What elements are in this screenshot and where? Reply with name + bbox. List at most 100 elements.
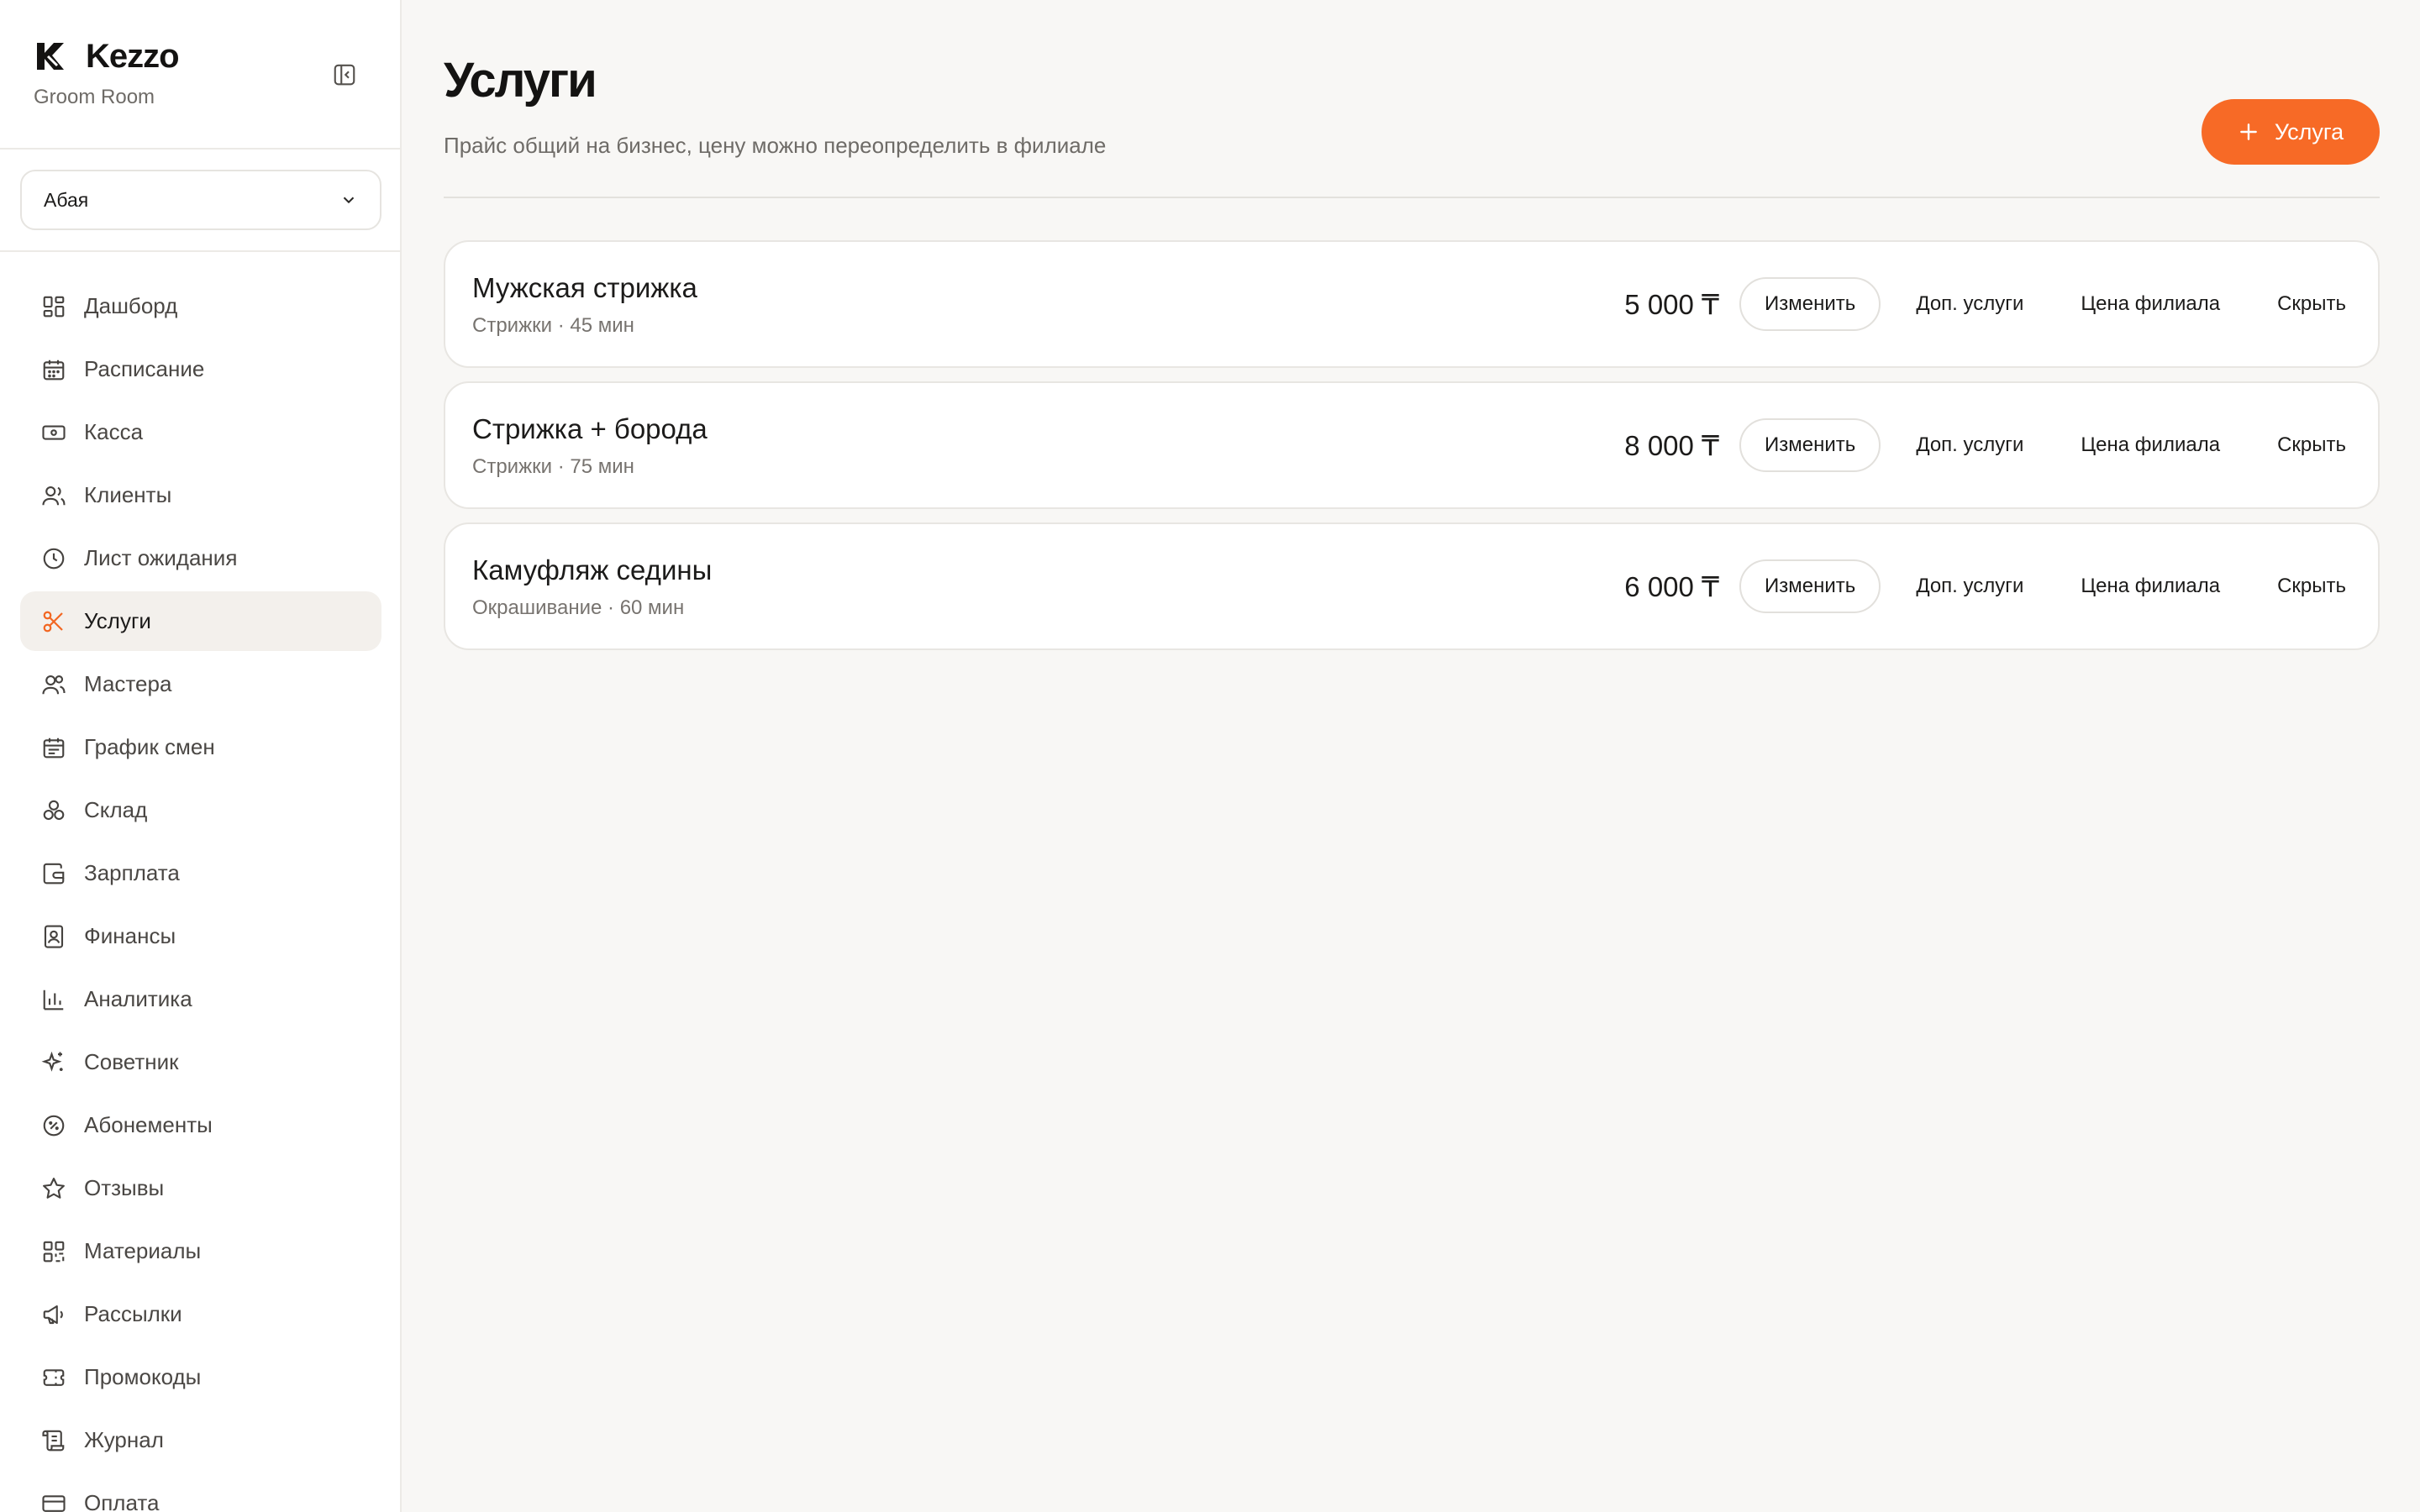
sidebar-item-label: Рассылки <box>84 1301 182 1326</box>
service-meta: Стрижки · 75 мин <box>472 455 634 478</box>
branch-price-button[interactable]: Цена филиала <box>2081 575 2220 598</box>
sidebar-item-label: Лист ожидания <box>84 545 238 570</box>
sidebar-item-label: Советник <box>84 1049 179 1074</box>
sidebar-divider <box>0 148 400 150</box>
branch-select[interactable]: Абая <box>20 170 381 230</box>
service-actions: 5 000 ₸ Изменить Доп. услуги Цена филиал… <box>1624 242 2346 366</box>
sidebar-item-warehouse[interactable]: Склад <box>20 780 381 840</box>
boxes-icon <box>40 797 67 824</box>
scissors-icon <box>40 608 67 635</box>
sidebar-item-finance[interactable]: Финансы <box>20 906 381 966</box>
branch-price-button[interactable]: Цена филиала <box>2081 292 2220 316</box>
sidebar-item-materials[interactable]: Материалы <box>20 1221 381 1281</box>
sidebar-item-label: График смен <box>84 734 215 759</box>
service-price: 5 000 ₸ <box>1624 288 1720 320</box>
users-icon <box>40 482 67 509</box>
sidebar-item-analytics[interactable]: Аналитика <box>20 969 381 1029</box>
sidebar-divider <box>0 250 400 252</box>
wallet-icon <box>40 860 67 887</box>
sidebar-item-label: Склад <box>84 797 148 822</box>
sidebar-item-label: Клиенты <box>84 482 172 507</box>
sidebar-item-label: Абонементы <box>84 1112 213 1137</box>
badge-percent-icon <box>40 1112 67 1139</box>
qr-icon <box>40 1238 67 1265</box>
sidebar-item-mailings[interactable]: Рассылки <box>20 1284 381 1344</box>
service-actions: 8 000 ₸ Изменить Доп. услуги Цена филиал… <box>1624 383 2346 507</box>
sidebar-item-label: Отзывы <box>84 1175 165 1200</box>
masters-icon <box>40 671 67 698</box>
ticket-icon <box>40 1364 67 1391</box>
sidebar-item-label: Услуги <box>84 608 151 633</box>
sidebar-item-schedule[interactable]: Расписание <box>20 339 381 399</box>
sidebar-item-label: Материалы <box>84 1238 202 1263</box>
business-name: Groom Room <box>34 86 155 108</box>
sparkles-icon <box>40 1049 67 1076</box>
megaphone-icon <box>40 1301 67 1328</box>
sidebar: Kezzo Groom Room Абая Дашборд Расписание… <box>0 0 402 1512</box>
sidebar-item-label: Дашборд <box>84 293 178 318</box>
sidebar-item-shifts[interactable]: График смен <box>20 717 381 777</box>
sidebar-item-journal[interactable]: Журнал <box>20 1410 381 1470</box>
service-card: Камуфляж седины Окрашивание · 60 мин 6 0… <box>444 522 2380 650</box>
sidebar-item-label: Промокоды <box>84 1364 202 1389</box>
service-actions: 6 000 ₸ Изменить Доп. услуги Цена филиал… <box>1624 524 2346 648</box>
branch-price-button[interactable]: Цена филиала <box>2081 433 2220 457</box>
ledger-icon <box>40 923 67 950</box>
add-service-button[interactable]: Услуга <box>2202 99 2380 165</box>
main-content: Услуги Прайс общий на бизнес, цену можно… <box>402 0 2420 1512</box>
sidebar-item-waitlist[interactable]: Лист ожидания <box>20 528 381 588</box>
extra-services-button[interactable]: Доп. услуги <box>1916 575 2023 598</box>
sidebar-item-label: Зарплата <box>84 860 180 885</box>
add-service-label: Услуга <box>2274 118 2344 144</box>
sidebar-item-advisor[interactable]: Советник <box>20 1032 381 1092</box>
branch-select-value: Абая <box>44 188 89 211</box>
sidebar-item-payment[interactable]: Оплата <box>20 1473 381 1512</box>
service-meta: Окрашивание · 60 мин <box>472 596 685 619</box>
collapse-sidebar-button[interactable] <box>330 60 359 89</box>
plus-icon <box>2238 121 2260 143</box>
schedule-icon <box>40 734 67 761</box>
card-icon <box>40 1490 67 1512</box>
service-meta: Стрижки · 45 мин <box>472 314 634 337</box>
service-name: Мужская стрижка <box>472 272 697 303</box>
sidebar-item-clients[interactable]: Клиенты <box>20 465 381 525</box>
extra-services-button[interactable]: Доп. услуги <box>1916 433 2023 457</box>
service-card: Стрижка + борода Стрижки · 75 мин 8 000 … <box>444 381 2380 509</box>
service-card: Мужская стрижка Стрижки · 45 мин 5 000 ₸… <box>444 240 2380 368</box>
kezzo-logo-icon <box>37 43 64 70</box>
clock-icon <box>40 545 67 572</box>
sidebar-item-promocodes[interactable]: Промокоды <box>20 1347 381 1407</box>
sidebar-item-subscriptions[interactable]: Абонементы <box>20 1095 381 1155</box>
sidebar-item-masters[interactable]: Мастера <box>20 654 381 714</box>
scroll-icon <box>40 1427 67 1454</box>
sidebar-item-cash[interactable]: Касса <box>20 402 381 462</box>
edit-service-button[interactable]: Изменить <box>1739 559 1881 613</box>
service-name: Стрижка + борода <box>472 413 708 444</box>
page-title: Услуги <box>444 53 597 108</box>
services-list: Мужская стрижка Стрижки · 45 мин 5 000 ₸… <box>444 240 2380 664</box>
cash-icon <box>40 419 67 446</box>
sidebar-item-services[interactable]: Услуги <box>20 591 381 651</box>
chevron-down-icon <box>343 197 355 204</box>
hide-service-button[interactable]: Скрыть <box>2277 575 2346 598</box>
page-subtitle: Прайс общий на бизнес, цену можно переоп… <box>444 133 1107 158</box>
sidebar-item-dashboard[interactable]: Дашборд <box>20 276 381 336</box>
calendar-icon <box>40 356 67 383</box>
hide-service-button[interactable]: Скрыть <box>2277 292 2346 316</box>
service-price: 8 000 ₸ <box>1624 429 1720 461</box>
service-price: 6 000 ₸ <box>1624 570 1720 602</box>
sidebar-nav: Дашборд Расписание Касса Клиенты Лист ож… <box>20 276 381 1512</box>
sidebar-collapse-icon <box>334 64 355 86</box>
sidebar-item-label: Журнал <box>84 1427 164 1452</box>
brand-name: Kezzo <box>86 37 180 75</box>
sidebar-item-reviews[interactable]: Отзывы <box>20 1158 381 1218</box>
extra-services-button[interactable]: Доп. услуги <box>1916 292 2023 316</box>
hide-service-button[interactable]: Скрыть <box>2277 433 2346 457</box>
edit-service-button[interactable]: Изменить <box>1739 418 1881 472</box>
sidebar-item-label: Касса <box>84 419 144 444</box>
edit-service-button[interactable]: Изменить <box>1739 277 1881 331</box>
header-divider <box>444 197 2380 198</box>
sidebar-item-salary[interactable]: Зарплата <box>20 843 381 903</box>
brand: Kezzo Groom Room <box>34 35 180 109</box>
sidebar-item-label: Аналитика <box>84 986 192 1011</box>
